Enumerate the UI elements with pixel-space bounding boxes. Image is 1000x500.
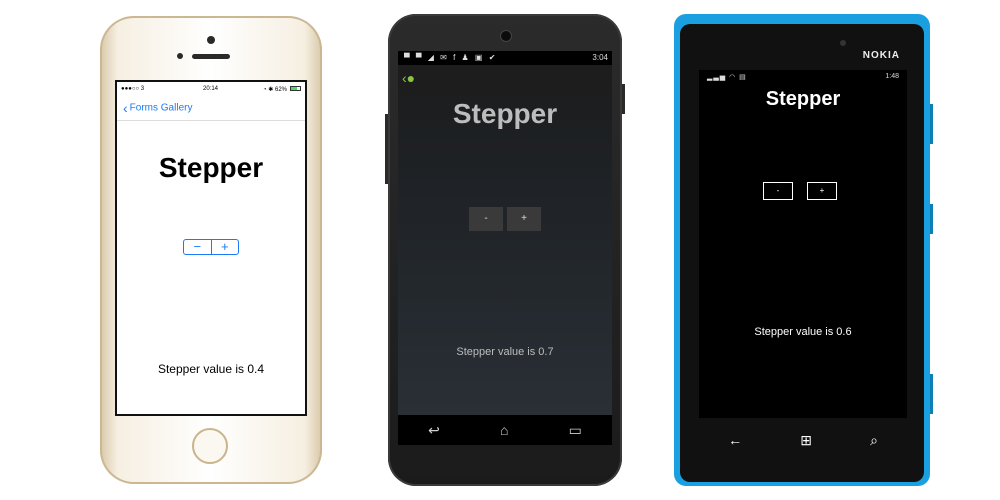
recents-icon[interactable]: ▭: [569, 422, 582, 439]
iphone-device: ●●●○○ 3 20:14 ◔ ✱ 62% ‹ Forms Gallery Ste…: [100, 16, 322, 484]
android-navigation-bar: ↩ ⌂ ▭: [398, 415, 612, 445]
android-device: ▀ ▀ ◢ ✉ f ♟ ▣ ✔ 3:04 ‹● Stepper - + Step…: [385, 14, 625, 486]
signal-icons: ▂▃▅ ◠ ▤: [707, 74, 747, 81]
camera: [207, 36, 215, 44]
page-title: Stepper: [765, 88, 841, 110]
windows-phone-device: NOKIA ▂▃▅ ◠ ▤ 1:48 Stepper - + Stepper v…: [674, 14, 933, 486]
ios-screen: ●●●○○ 3 20:14 ◔ ✱ 62% ‹ Forms Gallery Ste…: [115, 80, 307, 416]
chevron-left-icon: ‹: [123, 100, 128, 116]
status-time: 20:14: [203, 86, 219, 92]
status-time: 1:48: [885, 73, 899, 80]
android-screen: ▀ ▀ ◢ ✉ f ♟ ▣ ✔ 3:04 ‹● Stepper - + Step…: [398, 51, 612, 445]
sensor: [177, 53, 183, 59]
power-button: [930, 204, 933, 234]
battery-icon: [290, 86, 301, 91]
ios-status-bar: ●●●○○ 3 20:14 ◔ ✱ 62%: [117, 82, 305, 96]
search-icon[interactable]: ⌕: [870, 432, 878, 449]
windows-start-icon[interactable]: ⊞: [800, 432, 812, 449]
page-title: Stepper: [158, 152, 264, 183]
stepper-value-label: Stepper value is 0.4: [157, 362, 265, 376]
decrement-button[interactable]: -: [763, 182, 793, 200]
back-label: Forms Gallery: [129, 102, 193, 114]
speaker-grille: [192, 54, 230, 59]
increment-button[interactable]: +: [807, 182, 837, 200]
home-button[interactable]: [192, 428, 228, 464]
wp-status-bar: ▂▃▅ ◠ ▤ 1:48: [699, 70, 907, 84]
camera: [840, 40, 846, 46]
increment-button[interactable]: +: [210, 240, 239, 254]
wp-screen: ▂▃▅ ◠ ▤ 1:48 Stepper - + Stepper value i…: [699, 70, 907, 418]
ios-navigation-bar: ‹ Forms Gallery: [117, 98, 305, 121]
back-button[interactable]: ‹ Forms Gallery: [123, 101, 192, 115]
stepper: − +: [183, 239, 239, 255]
notification-icons: ▀ ▀ ◢ ✉ f ♟ ▣ ✔: [404, 53, 498, 62]
home-icon[interactable]: ⌂: [500, 422, 508, 438]
page-title: Stepper: [452, 98, 558, 129]
camera-button: [930, 374, 933, 414]
status-time: 3:04: [592, 53, 608, 62]
action-bar: ‹●: [398, 65, 612, 95]
back-icon[interactable]: ↩: [428, 422, 440, 439]
stepper-value-label: Stepper value is 0.6: [754, 326, 852, 338]
stepper-value-label: Stepper value is 0.7: [456, 346, 554, 358]
status-right: ◔ ✱ 62%: [263, 87, 287, 93]
decrement-button[interactable]: -: [469, 207, 503, 231]
wp-navigation-bar: ← ⊞ ⌕: [699, 418, 907, 462]
increment-button[interactable]: +: [507, 207, 541, 231]
carrier-signal: ●●●○○ 3: [121, 86, 145, 92]
volume-button: [385, 114, 388, 184]
back-icon[interactable]: ←: [728, 432, 742, 448]
volume-button: [930, 104, 933, 144]
android-status-bar: ▀ ▀ ◢ ✉ f ♟ ▣ ✔ 3:04: [398, 51, 612, 65]
power-button: [622, 84, 625, 114]
decrement-button[interactable]: −: [184, 240, 211, 254]
brand-logo: NOKIA: [862, 50, 900, 61]
camera: [500, 30, 512, 42]
android-logo-icon[interactable]: ‹●: [402, 70, 415, 86]
